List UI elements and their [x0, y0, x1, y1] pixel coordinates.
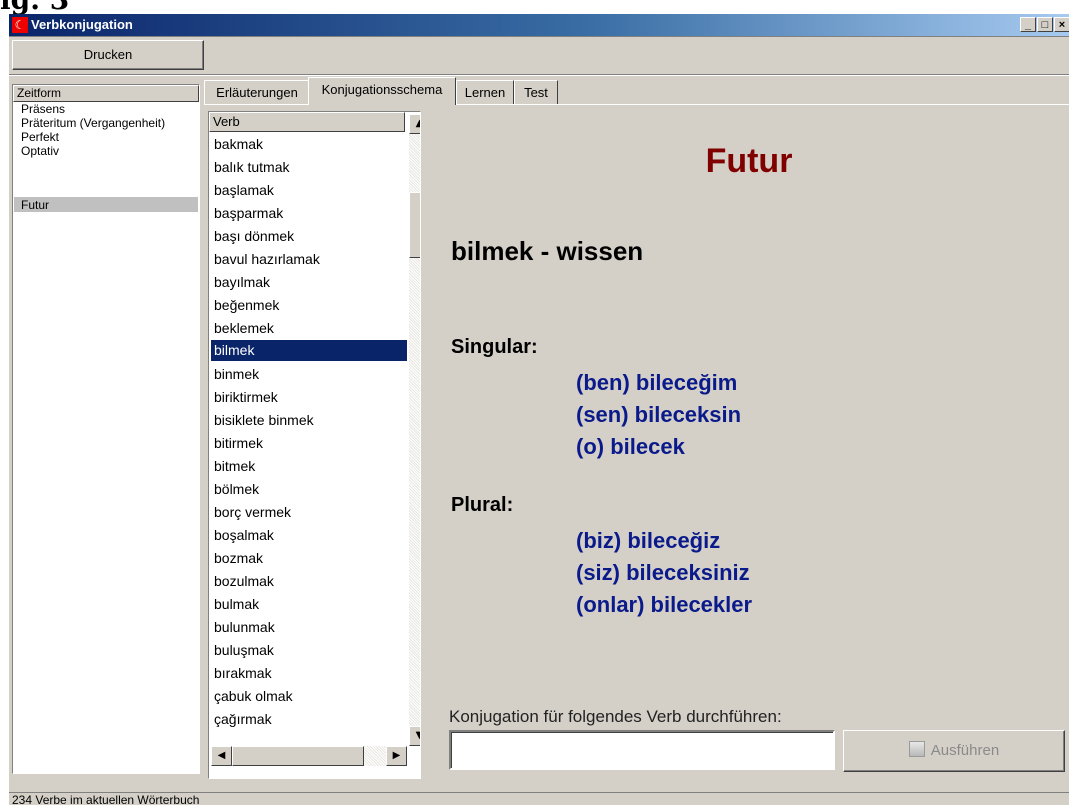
list-item[interactable]: bakmak: [214, 133, 263, 156]
verb-list-vertical-scrollbar[interactable]: ▲ ▼: [409, 114, 420, 746]
tab-lernen[interactable]: Lernen: [456, 80, 514, 104]
corner-caption-fragment: ig. 3: [0, 0, 69, 14]
status-bar: 234 Verbe im aktuellen Wörterbuch: [9, 792, 1069, 807]
list-item[interactable]: bavul hazırlamak: [214, 248, 320, 271]
conjugation-form: (onlar) bilecekler: [576, 592, 753, 617]
run-button-label: Ausführen: [930, 742, 1000, 759]
list-item[interactable]: başı dönmek: [214, 225, 294, 248]
scroll-thumb[interactable]: [232, 746, 364, 766]
plural-label: Plural:: [451, 494, 514, 516]
close-button[interactable]: ×: [1054, 17, 1069, 32]
list-item[interactable]: bulmak: [214, 593, 259, 616]
conjugation-form: (o) bilecek: [576, 434, 685, 459]
verb-input[interactable]: [449, 730, 835, 770]
scroll-left-arrow-icon[interactable]: ◀: [211, 746, 232, 766]
scroll-right-arrow-icon[interactable]: ▶: [386, 746, 407, 766]
app-window: ☾ Verbkonjugation _ □ × Drucken Zeitform…: [8, 14, 1069, 807]
list-item[interactable]: bulunmak: [214, 616, 275, 639]
list-item[interactable]: bitmek: [214, 455, 255, 478]
list-item[interactable]: bisiklete binmek: [214, 409, 314, 432]
scroll-down-arrow-icon[interactable]: ▼: [409, 726, 420, 746]
list-item-selected[interactable]: bilmek: [211, 340, 407, 361]
list-item[interactable]: bozmak: [214, 547, 263, 570]
list-item[interactable]: bozulmak: [214, 570, 274, 593]
list-item[interactable]: boşalmak: [214, 524, 274, 547]
conjugation-form: (ben) bileceğim: [576, 370, 738, 395]
run-button[interactable]: Ausführen: [843, 730, 1065, 772]
list-item[interactable]: buluşmak: [214, 639, 274, 662]
verb-list[interactable]: Verb bakmak balık tutmak başlamak başpar…: [208, 111, 421, 779]
list-item[interactable]: bırakmak: [214, 662, 272, 685]
tense-item-optativ[interactable]: Optativ: [21, 144, 59, 158]
scroll-thumb[interactable]: [409, 192, 420, 258]
conjugate-prompt: Konjugation für folgendes Verb durchführ…: [449, 707, 782, 726]
window-title: Verbkonjugation: [31, 17, 133, 32]
list-item[interactable]: başlamak: [214, 179, 274, 202]
conjugation-form: (biz) bileceğiz: [576, 528, 721, 553]
list-item[interactable]: balık tutmak: [214, 156, 289, 179]
divider: [9, 36, 1069, 37]
list-item[interactable]: bayılmak: [214, 271, 270, 294]
list-item[interactable]: bitirmek: [214, 432, 263, 455]
tense-list-header[interactable]: Zeitform: [13, 85, 199, 102]
tab-erlaeuterungen[interactable]: Erläuterungen: [204, 80, 310, 104]
conjugation-form: (siz) bileceksiniz: [576, 560, 750, 585]
list-item[interactable]: beklemek: [214, 317, 274, 340]
list-item[interactable]: binmek: [214, 363, 259, 386]
turkish-flag-icon: ☾: [12, 17, 28, 33]
list-item[interactable]: başparmak: [214, 202, 283, 225]
execute-icon: [908, 741, 925, 758]
list-item[interactable]: borç vermek: [214, 501, 291, 524]
minimize-button[interactable]: _: [1020, 17, 1036, 32]
list-item[interactable]: bölmek: [214, 478, 259, 501]
tab-konjugationsschema[interactable]: Konjugationsschema: [308, 77, 456, 105]
list-item[interactable]: beğenmek: [214, 294, 279, 317]
status-text: 234 Verbe im aktuellen Wörterbuch: [12, 793, 200, 807]
tense-item-futur[interactable]: Futur: [21, 198, 49, 212]
verb-list-header[interactable]: Verb: [209, 112, 405, 132]
singular-label: Singular:: [451, 336, 538, 358]
tense-item-perfekt[interactable]: Perfekt: [21, 130, 59, 144]
maximize-button[interactable]: □: [1037, 17, 1053, 32]
tense-item-praeteritum[interactable]: Präteritum (Vergangenheit): [21, 116, 165, 130]
tense-item-praesens[interactable]: Präsens: [21, 102, 65, 116]
verb-heading: bilmek - wissen: [451, 236, 644, 266]
tense-list[interactable]: Zeitform Präsens Präteritum (Vergangenhe…: [12, 84, 200, 774]
list-item[interactable]: biriktirmek: [214, 386, 278, 409]
conjugation-form: (sen) bileceksin: [576, 402, 742, 427]
title-bar[interactable]: ☾ Verbkonjugation _ □ ×: [9, 14, 1069, 36]
verb-list-horizontal-scrollbar[interactable]: ◀ ▶: [211, 746, 407, 766]
tab-test[interactable]: Test: [514, 80, 558, 104]
print-button[interactable]: Drucken: [12, 40, 204, 70]
toolbar-separator: [9, 74, 1069, 76]
list-item[interactable]: çağırmak: [214, 708, 272, 731]
scroll-up-arrow-icon[interactable]: ▲: [409, 114, 420, 134]
list-item[interactable]: çabuk olmak: [214, 685, 293, 708]
tense-title: Futur: [705, 142, 793, 180]
